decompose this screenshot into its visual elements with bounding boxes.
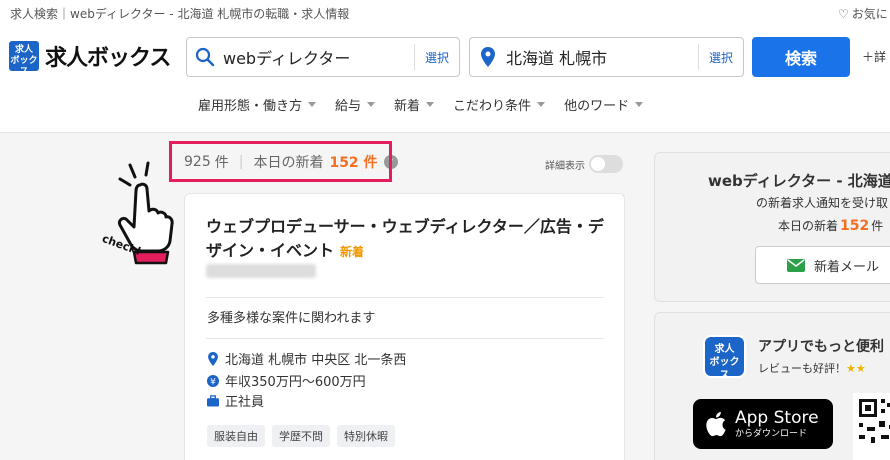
job-tag: 学歴不問	[272, 425, 330, 447]
location-input[interactable]: 北海道 札幌市	[506, 45, 698, 69]
location-pin-icon	[478, 46, 498, 68]
favorites-label: お気に	[851, 7, 888, 21]
app-review-text: レビューも好評！	[758, 362, 846, 375]
app-logo-icon: 求人 ボックス	[703, 335, 746, 381]
new-mail-button[interactable]: 新着メール	[755, 246, 890, 284]
qr-code-icon	[853, 393, 890, 460]
app-store-text: App Store からダウンロード	[735, 407, 819, 440]
search-icon	[195, 46, 215, 68]
alert-today-number: 152	[840, 218, 870, 234]
rating-stars-icon: ★★	[846, 362, 866, 375]
heart-icon: ♡	[838, 7, 849, 21]
job-tag: 特別休暇	[337, 425, 395, 447]
toggle-switch[interactable]	[589, 155, 623, 173]
app-promo-subtitle: レビューも好評！★★	[758, 360, 866, 376]
toggle-knob	[591, 157, 605, 171]
caret-down-icon	[635, 102, 644, 107]
filter-bar: 雇用形態・働き方 給与 新着 こだわり条件 他のワード	[198, 95, 662, 114]
search-button[interactable]: 検索	[752, 37, 850, 77]
app-promo-card: 求人 ボックス アプリでもっと便利 レビューも好評！★★ App Store から…	[654, 312, 890, 460]
caret-down-icon	[426, 102, 435, 107]
keyword-input[interactable]: webディレクター	[223, 45, 414, 69]
filter-label: 新着	[394, 99, 421, 114]
alert-today-label: 本日の新着	[778, 219, 839, 233]
filter-label: 給与	[335, 99, 362, 114]
location-pin-icon	[207, 351, 219, 366]
mail-icon	[787, 258, 805, 272]
favorites-link[interactable]: ♡ お気に	[838, 5, 888, 22]
job-location: 北海道 札幌市 中央区 北一条西	[225, 353, 407, 368]
filter-employment-type[interactable]: 雇用形態・働き方	[198, 95, 317, 114]
detail-toggle-label: 詳細表示	[545, 160, 585, 172]
keyword-search-field[interactable]: webディレクター 選択	[186, 37, 460, 77]
filter-conditions[interactable]: こだわり条件	[453, 95, 546, 114]
app-promo-title: アプリでもっと便利	[758, 339, 884, 355]
divider	[206, 297, 604, 298]
app-store-button[interactable]: App Store からダウンロード	[693, 399, 833, 449]
new-mail-label: 新着メール	[814, 259, 880, 275]
alert-subtitle: の新着求人通知を受け取	[756, 196, 889, 210]
highlight-annotation	[169, 141, 392, 182]
filter-other-words[interactable]: 他のワード	[564, 95, 644, 114]
apple-icon	[706, 412, 726, 437]
job-employment-type: 正社員	[225, 395, 265, 410]
briefcase-icon	[207, 394, 219, 408]
new-badge: 新着	[340, 245, 365, 259]
check-hand-illustration: check!	[100, 161, 174, 265]
detail-toggle[interactable]: 詳細表示	[545, 155, 623, 173]
job-salary-row: ¥ 年収350万円〜600万円	[207, 371, 366, 390]
app-store-sub-label: からダウンロード	[735, 428, 808, 439]
svg-text:¥: ¥	[210, 377, 216, 387]
filter-label: 雇用形態・働き方	[198, 99, 303, 114]
filter-salary[interactable]: 給与	[335, 95, 376, 114]
job-employment-row: 正社員	[207, 391, 264, 410]
alert-title: webディレクター - 北海道	[708, 172, 890, 190]
new-job-alert-card: webディレクター - 北海道 の新着求人通知を受け取 本日の新着 152 件 新着…	[654, 152, 890, 302]
caret-down-icon	[367, 102, 376, 107]
filter-label: こだわり条件	[453, 99, 532, 114]
filter-label: 他のワード	[564, 99, 630, 114]
keyword-select-button[interactable]: 選択	[413, 44, 459, 70]
page-breadcrumb: 求人検索｜webディレクター - 北海道 札幌市の転職・求人情報	[10, 7, 350, 21]
location-select-button[interactable]: 選択	[697, 44, 743, 70]
caret-down-icon	[308, 102, 317, 107]
logo-text: 求人ボックス	[45, 46, 171, 71]
location-search-field[interactable]: 北海道 札幌市 選択	[469, 37, 744, 77]
job-location-row: 北海道 札幌市 中央区 北一条西	[207, 349, 406, 368]
filter-new[interactable]: 新着	[394, 95, 435, 114]
job-title-text[interactable]: ウェブプロデューサー・ウェブディレクター／広告・デザイン・イベント	[206, 217, 604, 260]
site-logo[interactable]: 求人 ボックス 求人ボックス	[9, 40, 171, 77]
job-title[interactable]: ウェブプロデューサー・ウェブディレクター／広告・デザイン・イベント 新着	[206, 215, 606, 264]
job-card[interactable]: ウェブプロデューサー・ウェブディレクター／広告・デザイン・イベント 新着 多種多様…	[184, 193, 625, 460]
more-conditions-link[interactable]: ＋詳	[862, 48, 886, 65]
divider	[206, 338, 604, 339]
caret-down-icon	[537, 102, 546, 107]
site-header: 求人検索｜webディレクター - 北海道 札幌市の転職・求人情報 ♡ お気に 求人…	[0, 0, 890, 133]
logo-mark-icon: 求人 ボックス	[9, 41, 39, 77]
job-salary: 年収350万円〜600万円	[225, 375, 366, 390]
job-catchphrase: 多種多様な案件に関われます	[207, 311, 376, 326]
yen-icon: ¥	[207, 374, 219, 388]
app-store-main-label: App Store	[735, 407, 819, 428]
alert-today-unit: 件	[871, 219, 884, 233]
job-tags: 服装自由 学歴不問 特別休暇	[207, 425, 402, 447]
job-tag: 服装自由	[207, 425, 265, 447]
alert-today-count: 本日の新着 152 件	[778, 217, 883, 234]
company-name-blurred	[206, 264, 316, 278]
